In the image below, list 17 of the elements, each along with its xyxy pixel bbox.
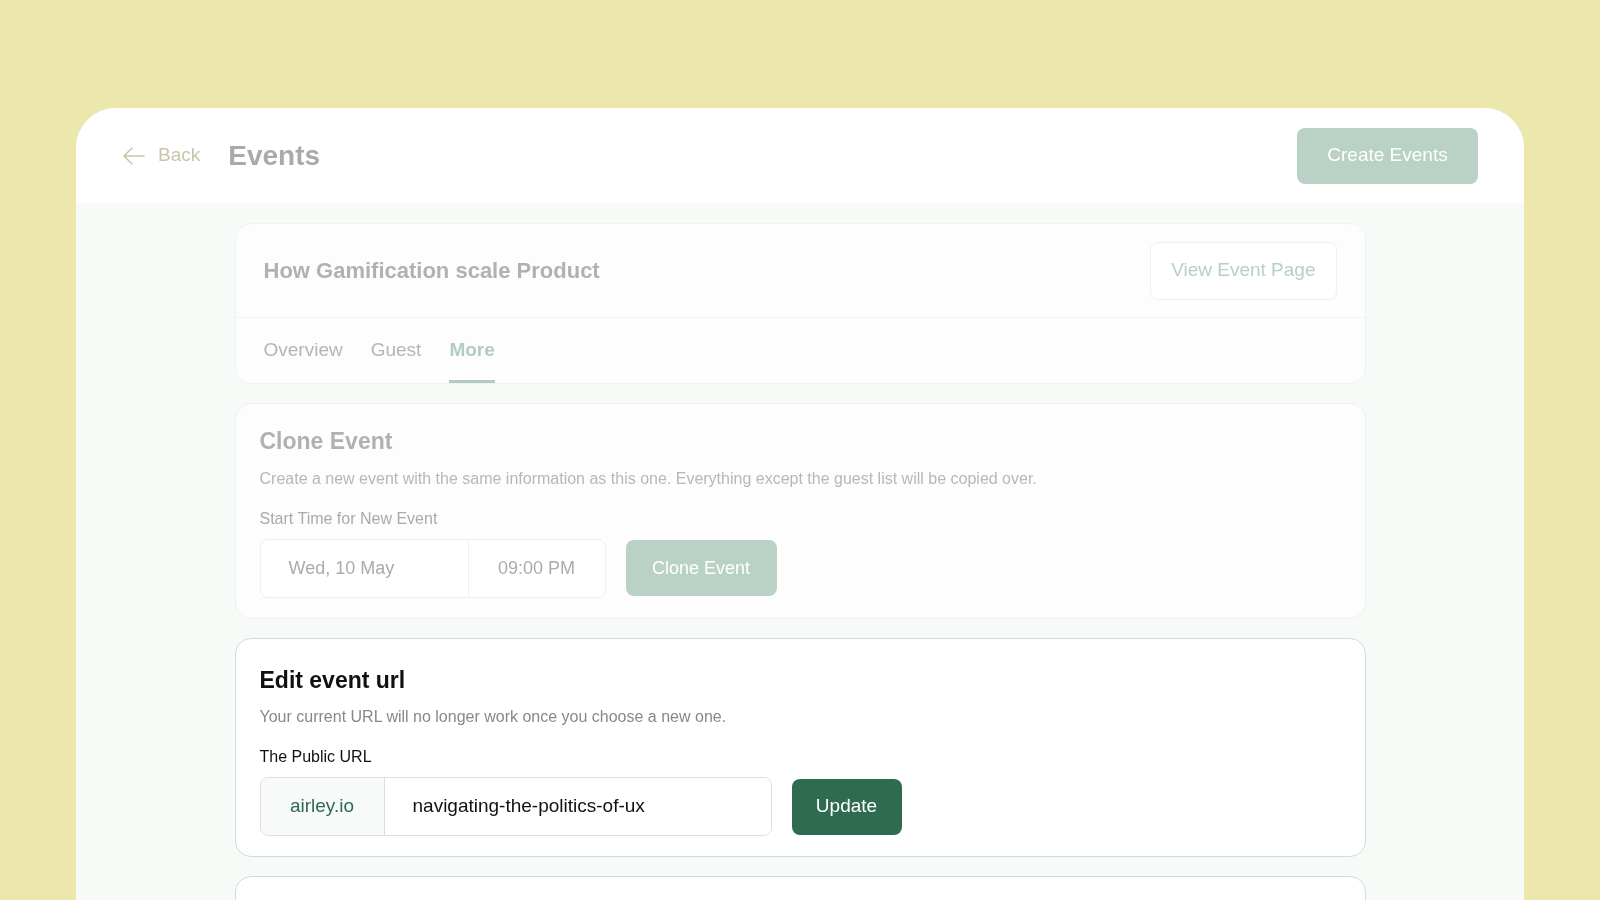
- section-title: Clone Event: [259, 427, 394, 456]
- field-label: Start Time for New Event: [259, 508, 439, 529]
- section-title: Edit event url: [259, 665, 407, 695]
- clone-event-button[interactable]: Clone Event: [625, 540, 777, 596]
- update-button[interactable]: Update: [791, 778, 902, 835]
- tab[interactable]: Overview: [263, 318, 343, 383]
- field-label: The Public URL: [259, 747, 373, 767]
- section-description: Create a new event with the same information as this one. Everything except the guest list will be copied over.: [259, 468, 1038, 489]
- section-description: Your current URL will no longer work once you choose a new one.: [259, 707, 728, 727]
- tab[interactable]: Guest: [370, 318, 422, 383]
- view-event-page-button[interactable]: View Event Page: [1150, 241, 1337, 300]
- create-events-button[interactable]: Create Events: [1297, 127, 1478, 184]
- event-title: How Gamification scale Product: [263, 257, 600, 285]
- tab[interactable]: More: [449, 318, 495, 383]
- back-link[interactable]: Back: [122, 141, 201, 170]
- back-arrow-icon: [122, 145, 146, 166]
- page-title: Events: [228, 138, 321, 173]
